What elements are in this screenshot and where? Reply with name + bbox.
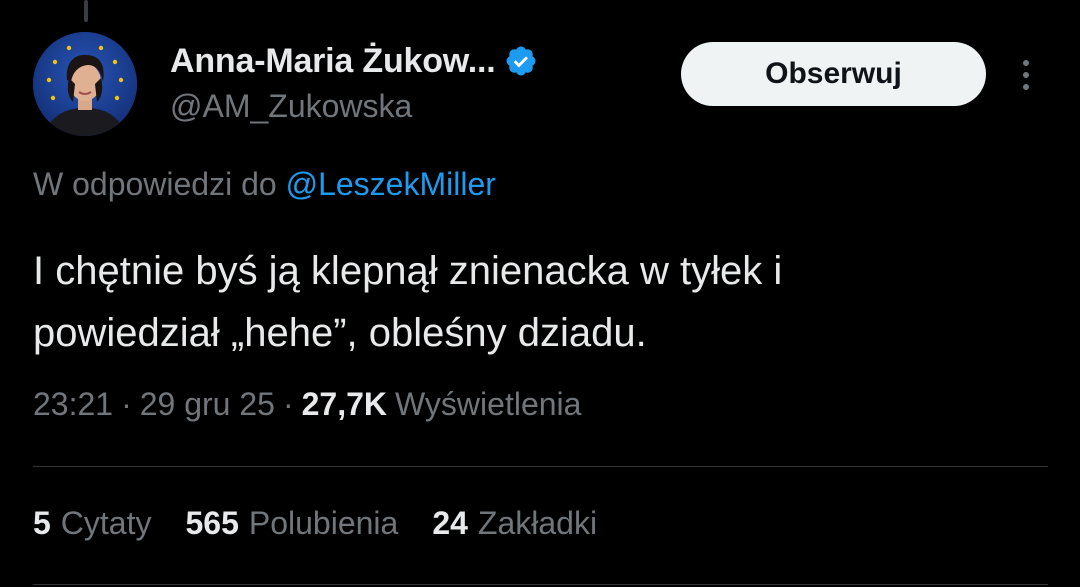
tweet-date[interactable]: 29 gru 25 bbox=[140, 386, 275, 423]
author-handle[interactable]: @AM_Zukowska bbox=[170, 88, 412, 125]
divider bbox=[33, 584, 1048, 585]
more-dot bbox=[1023, 84, 1029, 90]
bookmarks-count: 24 bbox=[432, 505, 468, 541]
tweet-metadata: 23:21 · 29 gru 25 · 27,7K Wyświetlenia bbox=[33, 386, 581, 423]
views-count[interactable]: 27,7K bbox=[302, 386, 387, 423]
likes-count: 565 bbox=[185, 505, 239, 541]
bookmarks-stat[interactable]: 24 Zakładki bbox=[432, 505, 597, 542]
divider bbox=[33, 466, 1048, 467]
quotes-stat[interactable]: 5 Cytaty bbox=[33, 505, 151, 542]
likes-stat[interactable]: 565 Polubienia bbox=[185, 505, 398, 542]
tweet-text-line: powiedział „hehe”, obleśny dziadu. bbox=[33, 311, 647, 355]
reply-context: W odpowiedzi do @LeszekMiller bbox=[33, 166, 496, 203]
avatar-image bbox=[33, 32, 137, 136]
likes-label: Polubienia bbox=[248, 505, 399, 541]
quotes-count: 5 bbox=[33, 505, 51, 541]
tweet-time[interactable]: 23:21 bbox=[33, 386, 113, 423]
meta-separator: · bbox=[282, 386, 294, 422]
author-display-name[interactable]: Anna-Maria Żukow... bbox=[170, 42, 496, 81]
tweet-text: I chętnie byś ją klepnął znienacka w tył… bbox=[33, 240, 1033, 364]
more-dot bbox=[1023, 60, 1029, 66]
engagement-stats: 5 Cytaty 565 Polubienia 24 Zakładki bbox=[33, 505, 631, 542]
more-dot bbox=[1023, 72, 1029, 78]
reply-mention-link[interactable]: @LeszekMiller bbox=[286, 166, 496, 202]
follow-button[interactable]: Obserwuj bbox=[681, 42, 986, 106]
more-vertical-icon[interactable] bbox=[1012, 52, 1040, 98]
quotes-label: Cytaty bbox=[60, 505, 152, 541]
verified-badge-icon[interactable] bbox=[504, 44, 538, 78]
author-name-row: Anna-Maria Żukow... bbox=[170, 38, 538, 84]
reply-prefix: W odpowiedzi do bbox=[33, 166, 286, 202]
tweet-text-line: I chętnie byś ją klepnął znienacka w tył… bbox=[33, 249, 783, 293]
bookmarks-label: Zakładki bbox=[477, 505, 598, 541]
meta-separator: · bbox=[121, 386, 132, 422]
avatar[interactable] bbox=[33, 32, 137, 136]
views-label[interactable]: Wyświetlenia bbox=[395, 386, 581, 423]
thread-connector-line bbox=[84, 0, 88, 22]
